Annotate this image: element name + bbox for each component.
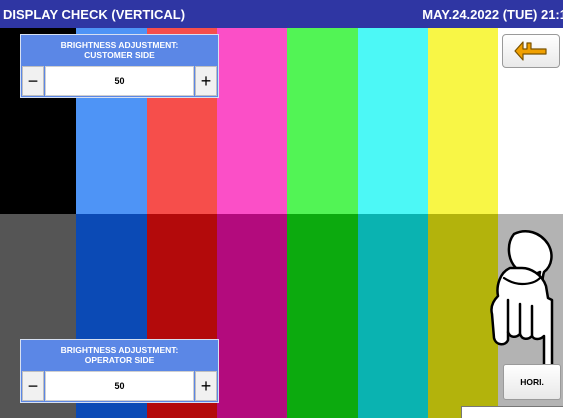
customer-brightness-panel: BRIGHTNESS ADJUSTMENT: CUSTOMER SIDE − 5… bbox=[20, 34, 219, 98]
date-time: MAY.24.2022 (TUE) 21:1 bbox=[422, 7, 563, 22]
pointing-hand-icon bbox=[490, 230, 554, 374]
customer-brightness-value: 50 bbox=[45, 66, 194, 96]
color-bar-cyan bbox=[358, 28, 428, 214]
color-bar-dark-cyan bbox=[358, 214, 428, 418]
operator-brightness-control: − 50 + bbox=[22, 371, 217, 401]
operator-brightness-plus-button[interactable]: + bbox=[195, 371, 217, 401]
title-bar: DISPLAY CHECK (VERTICAL) MAY.24.2022 (TU… bbox=[0, 0, 563, 28]
operator-brightness-value: 50 bbox=[45, 371, 194, 401]
operator-brightness-title: BRIGHTNESS ADJUSTMENT: OPERATOR SIDE bbox=[60, 345, 179, 365]
status-box bbox=[461, 406, 563, 418]
color-bar-yellow bbox=[428, 28, 498, 214]
color-bar-green bbox=[287, 28, 358, 214]
color-bar-dark-magenta bbox=[217, 214, 287, 418]
customer-brightness-minus-button[interactable]: − bbox=[22, 66, 44, 96]
color-bar-dark-green bbox=[287, 214, 358, 418]
color-bar-magenta bbox=[217, 28, 287, 214]
horizontal-mode-button[interactable]: HORI. bbox=[503, 364, 561, 400]
operator-brightness-panel: BRIGHTNESS ADJUSTMENT: OPERATOR SIDE − 5… bbox=[20, 339, 219, 403]
customer-brightness-title: BRIGHTNESS ADJUSTMENT: CUSTOMER SIDE bbox=[60, 40, 179, 60]
back-button[interactable] bbox=[502, 34, 560, 68]
operator-brightness-minus-button[interactable]: − bbox=[22, 371, 44, 401]
page-title: DISPLAY CHECK (VERTICAL) bbox=[3, 6, 186, 22]
customer-brightness-control: − 50 + bbox=[22, 66, 217, 96]
customer-brightness-plus-button[interactable]: + bbox=[195, 66, 217, 96]
return-arrow-icon bbox=[514, 41, 547, 61]
